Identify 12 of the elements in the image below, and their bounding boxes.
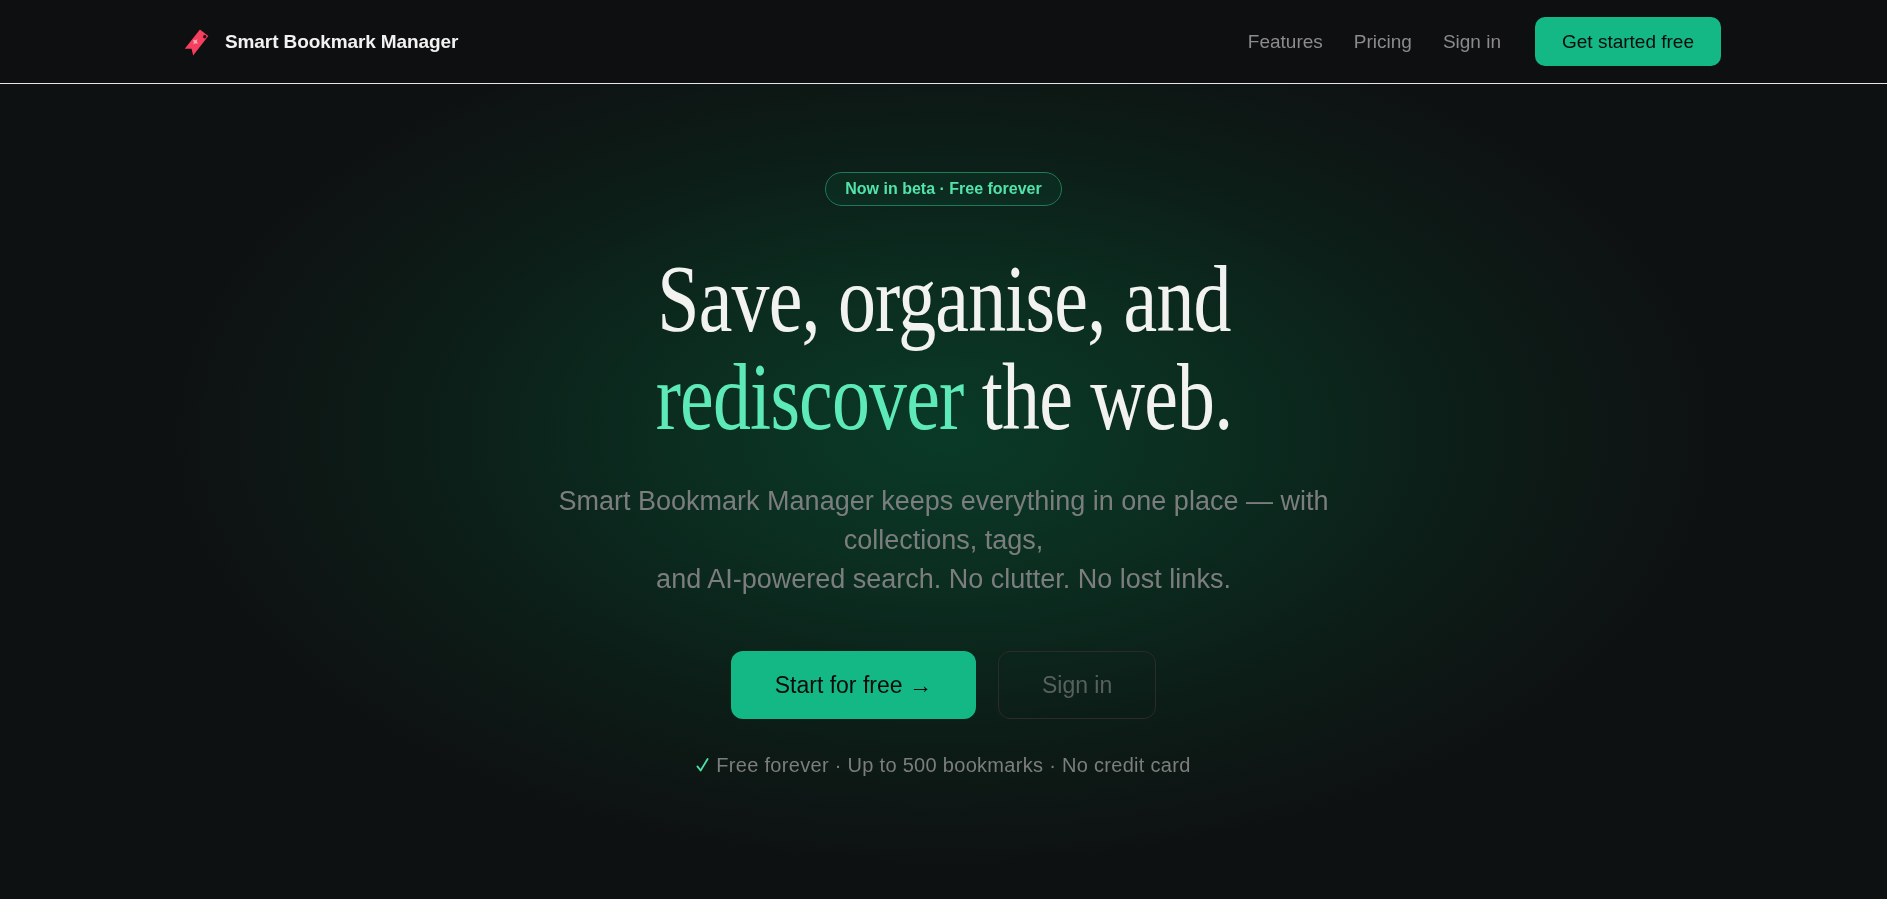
check-icon xyxy=(696,757,710,773)
start-free-button[interactable]: Start for free → xyxy=(730,651,976,719)
nav-link[interactable]: Pricing xyxy=(1353,30,1412,53)
hero-subtitle: Smart Bookmark Manager keeps everything in one place — with collections, tags, and AI-powered search. No clutter. No lost links. xyxy=(557,485,1330,596)
nav-link[interactable]: Sign in xyxy=(1442,30,1501,53)
bookmark-logo-icon xyxy=(183,27,211,56)
nav-link[interactable]: Features xyxy=(1247,30,1323,53)
brand-name: Smart Bookmark Manager xyxy=(225,30,459,53)
get-started-button[interactable]: Get started free xyxy=(1535,17,1721,66)
hero-headline: Save, organise, and rediscover the web. xyxy=(654,250,1233,446)
beta-badge: Now in beta · Free forever xyxy=(825,172,1062,206)
hero-note: Free forever · Up to 500 bookmarks · No credit card xyxy=(716,753,1191,777)
